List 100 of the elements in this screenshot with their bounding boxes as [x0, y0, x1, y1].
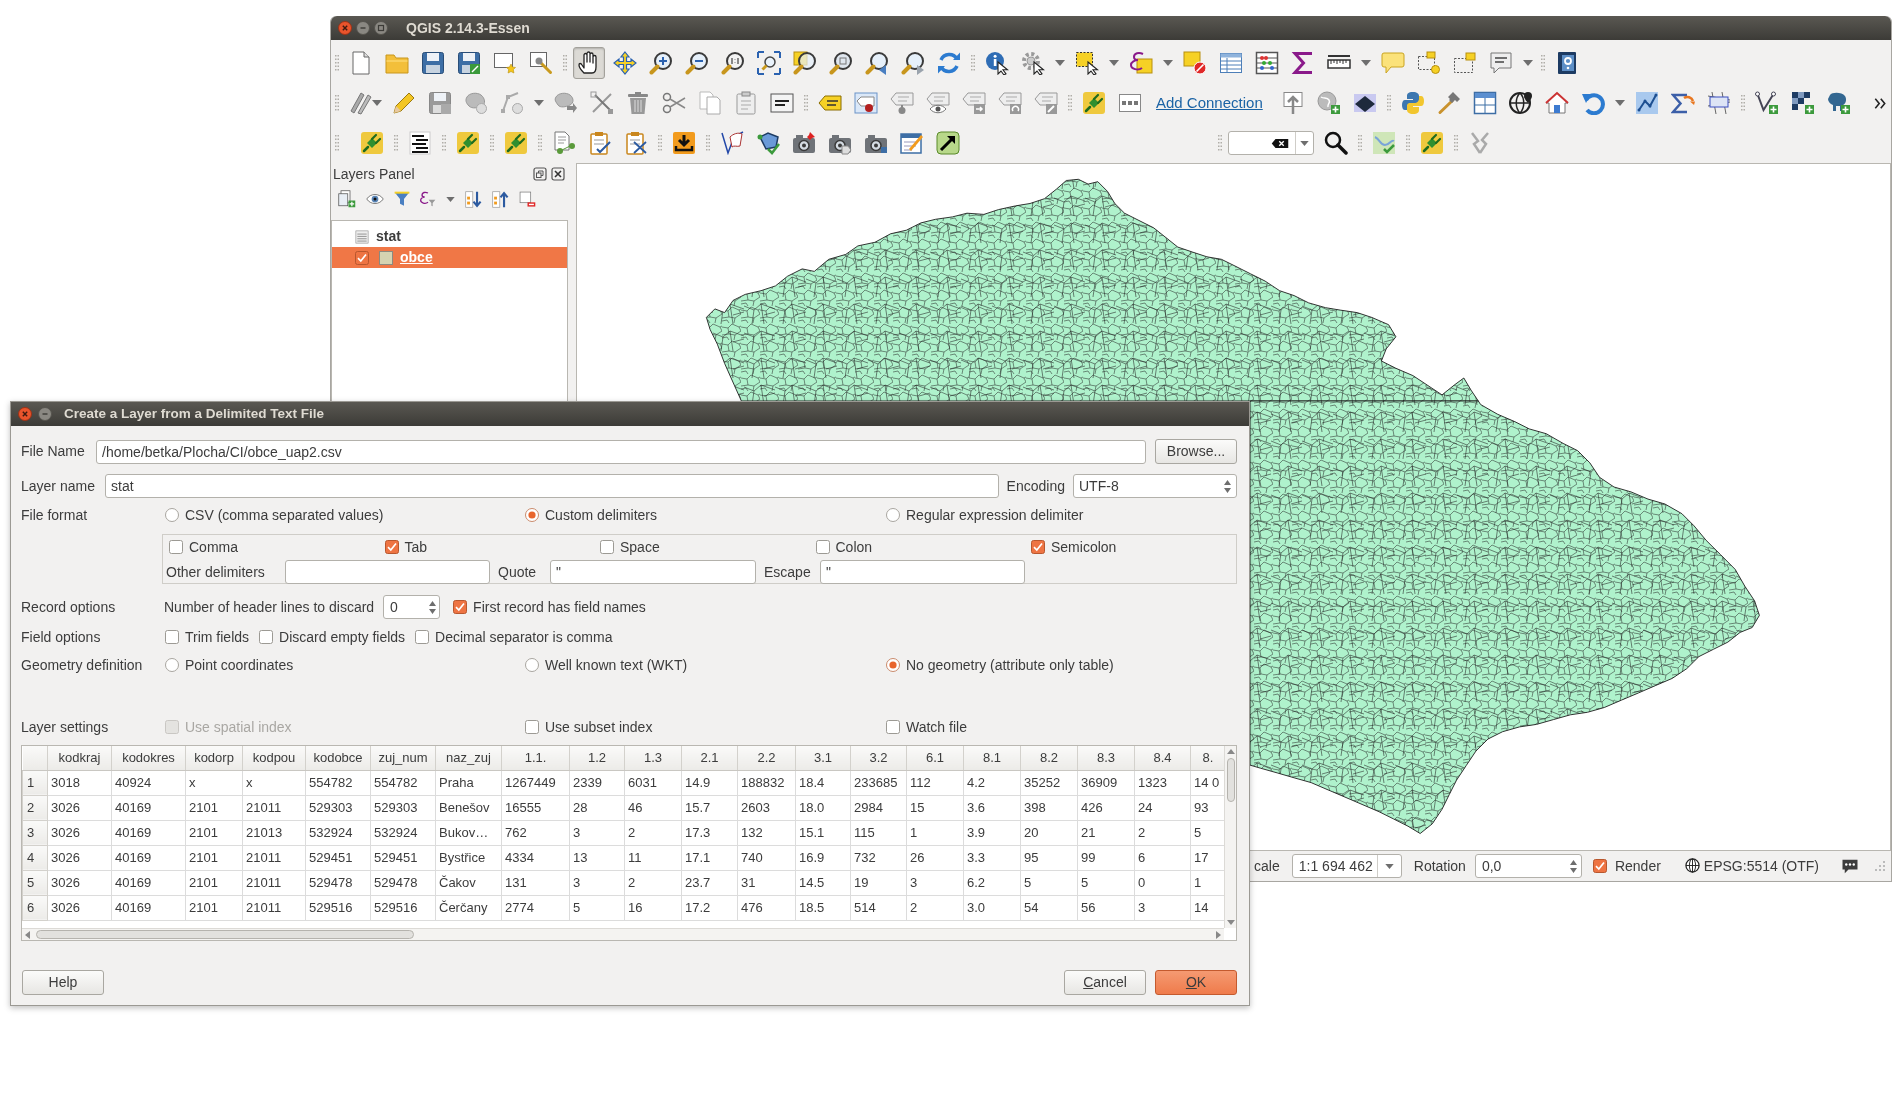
magnifier-icon[interactable] [829, 51, 853, 75]
epsilon-funnel-icon[interactable] [420, 191, 436, 207]
label-eye-icon[interactable] [926, 91, 950, 115]
node-line-icon[interactable] [500, 91, 524, 115]
column-header[interactable]: zuj_num [370, 746, 436, 770]
camera-pin-icon[interactable] [792, 131, 816, 155]
plug-icon[interactable] [504, 131, 528, 155]
epsilon-square-icon[interactable] [1129, 51, 1153, 75]
spin-arrows-icon[interactable] [1569, 859, 1577, 873]
ok-button[interactable]: OK [1155, 970, 1237, 995]
column-header[interactable]: kodobce [305, 746, 371, 770]
square-no-entry-icon[interactable] [1183, 51, 1207, 75]
zoom-out-icon[interactable] [685, 51, 709, 75]
line-chart-icon[interactable] [1634, 91, 1659, 115]
scale-combo[interactable]: 1:1 694 462 [1291, 854, 1402, 878]
grip-icon[interactable] [538, 135, 542, 151]
label-rotate-icon[interactable] [998, 91, 1022, 115]
list-down-arrow-icon[interactable] [465, 190, 482, 208]
undo-arrow-icon[interactable] [1580, 91, 1605, 115]
funnel-icon[interactable] [394, 191, 410, 207]
label-arrow-icon[interactable] [962, 91, 986, 115]
checkbox[interactable] [1031, 540, 1045, 554]
vertex-plus-icon[interactable] [1754, 91, 1779, 115]
pencils-icon[interactable] [349, 91, 373, 115]
caret-icon[interactable] [1523, 60, 1533, 66]
grip-icon[interactable] [1406, 135, 1410, 151]
diamond-tile-icon[interactable] [1352, 91, 1377, 115]
caret-icon[interactable] [1109, 60, 1119, 66]
refresh-icon[interactable] [937, 51, 961, 75]
grip-icon[interactable] [335, 95, 339, 111]
scroll-left-icon[interactable] [25, 930, 30, 939]
file-path-field[interactable]: /home/betka/Plocha/CI/obce_uap2.csv [96, 439, 1146, 464]
arrow-tile-icon[interactable] [936, 131, 960, 155]
add-connection-link[interactable]: Add Connection [1156, 94, 1263, 112]
radio-button[interactable] [525, 658, 539, 672]
close-icon[interactable] [551, 167, 565, 181]
checkbox[interactable] [525, 720, 539, 734]
column-header[interactable]: kodorp [185, 746, 243, 770]
two-tone-logo-icon[interactable] [1400, 91, 1425, 115]
map-check-icon[interactable] [1372, 131, 1396, 155]
encoding-select[interactable]: UTF-8 [1073, 474, 1237, 498]
floppy-disk-pencil-icon[interactable] [428, 91, 452, 115]
column-header[interactable]: 3.1 [795, 746, 851, 770]
label-pin-icon[interactable] [854, 91, 878, 115]
scrollbar-thumb[interactable] [36, 930, 414, 939]
blob-plus-icon[interactable] [1826, 91, 1851, 115]
column-header[interactable]: 8. [1190, 746, 1224, 770]
radio-button[interactable] [165, 508, 179, 522]
minimize-icon[interactable] [356, 21, 370, 35]
grip-icon[interactable] [1740, 95, 1745, 111]
column-header[interactable]: 8.2 [1020, 746, 1078, 770]
header-lines-spinbox[interactable]: 0 [383, 595, 441, 619]
plug-icon[interactable] [456, 131, 480, 155]
table-grid-icon[interactable] [1472, 91, 1497, 115]
book-icon[interactable] [1555, 51, 1579, 75]
magnifier-arrow-icon[interactable] [901, 51, 925, 75]
column-header[interactable]: 1.2 [569, 746, 625, 770]
help-button[interactable]: Help [22, 970, 104, 995]
scroll-right-icon[interactable] [1216, 930, 1221, 939]
abacus-icon[interactable] [1255, 51, 1279, 75]
caret-icon[interactable] [446, 196, 455, 202]
checkbox[interactable] [355, 250, 369, 265]
grip-icon[interactable] [658, 135, 662, 151]
scrollbar-thumb[interactable] [1226, 758, 1235, 802]
caret-icon[interactable] [1055, 60, 1065, 66]
spline-icon[interactable] [720, 131, 744, 155]
grip-icon[interactable] [1068, 95, 1072, 111]
label-pencil-icon[interactable] [1034, 91, 1058, 115]
column-header[interactable]: kodpou [242, 746, 306, 770]
sigma-arrow-icon[interactable] [1670, 91, 1695, 115]
radio-button[interactable] [886, 658, 900, 672]
column-header[interactable]: 8.1 [963, 746, 1021, 770]
column-header[interactable]: 3.2 [850, 746, 907, 770]
search-icon[interactable] [1324, 131, 1348, 155]
chevron-icon[interactable] [1874, 97, 1886, 109]
column-header[interactable]: 6.1 [906, 746, 964, 770]
checkbox[interactable] [259, 630, 274, 644]
rotation-spinbox[interactable]: 0,0 [1474, 854, 1582, 878]
radio-button[interactable] [886, 508, 900, 522]
crossed-lines-icon[interactable] [590, 91, 614, 115]
gear-cursor-icon[interactable] [1021, 51, 1045, 75]
cancel-button[interactable]: Cancel [1064, 970, 1146, 995]
label-knob-icon[interactable] [890, 91, 914, 115]
magnifier-arrow-icon[interactable] [865, 51, 889, 75]
download-icon[interactable] [672, 131, 696, 155]
column-header[interactable]: 2.2 [737, 746, 796, 770]
frame-tool-icon[interactable] [529, 51, 553, 75]
resize-grip-icon[interactable] [1875, 861, 1885, 871]
sigma-icon[interactable] [1291, 51, 1315, 75]
checkbox[interactable] [1592, 859, 1607, 873]
column-header[interactable]: kodokres [111, 746, 186, 770]
grid-map-icon[interactable] [1706, 91, 1731, 115]
checkbox[interactable] [165, 630, 179, 644]
grip-icon[interactable] [1218, 135, 1222, 151]
radio-button[interactable] [165, 658, 179, 672]
list-up-arrow-icon[interactable] [492, 190, 509, 208]
trash-icon[interactable] [626, 91, 650, 115]
clipboard-cross-icon[interactable] [624, 131, 648, 155]
plug-icon[interactable] [360, 131, 384, 155]
caret-icon[interactable] [1300, 140, 1309, 146]
